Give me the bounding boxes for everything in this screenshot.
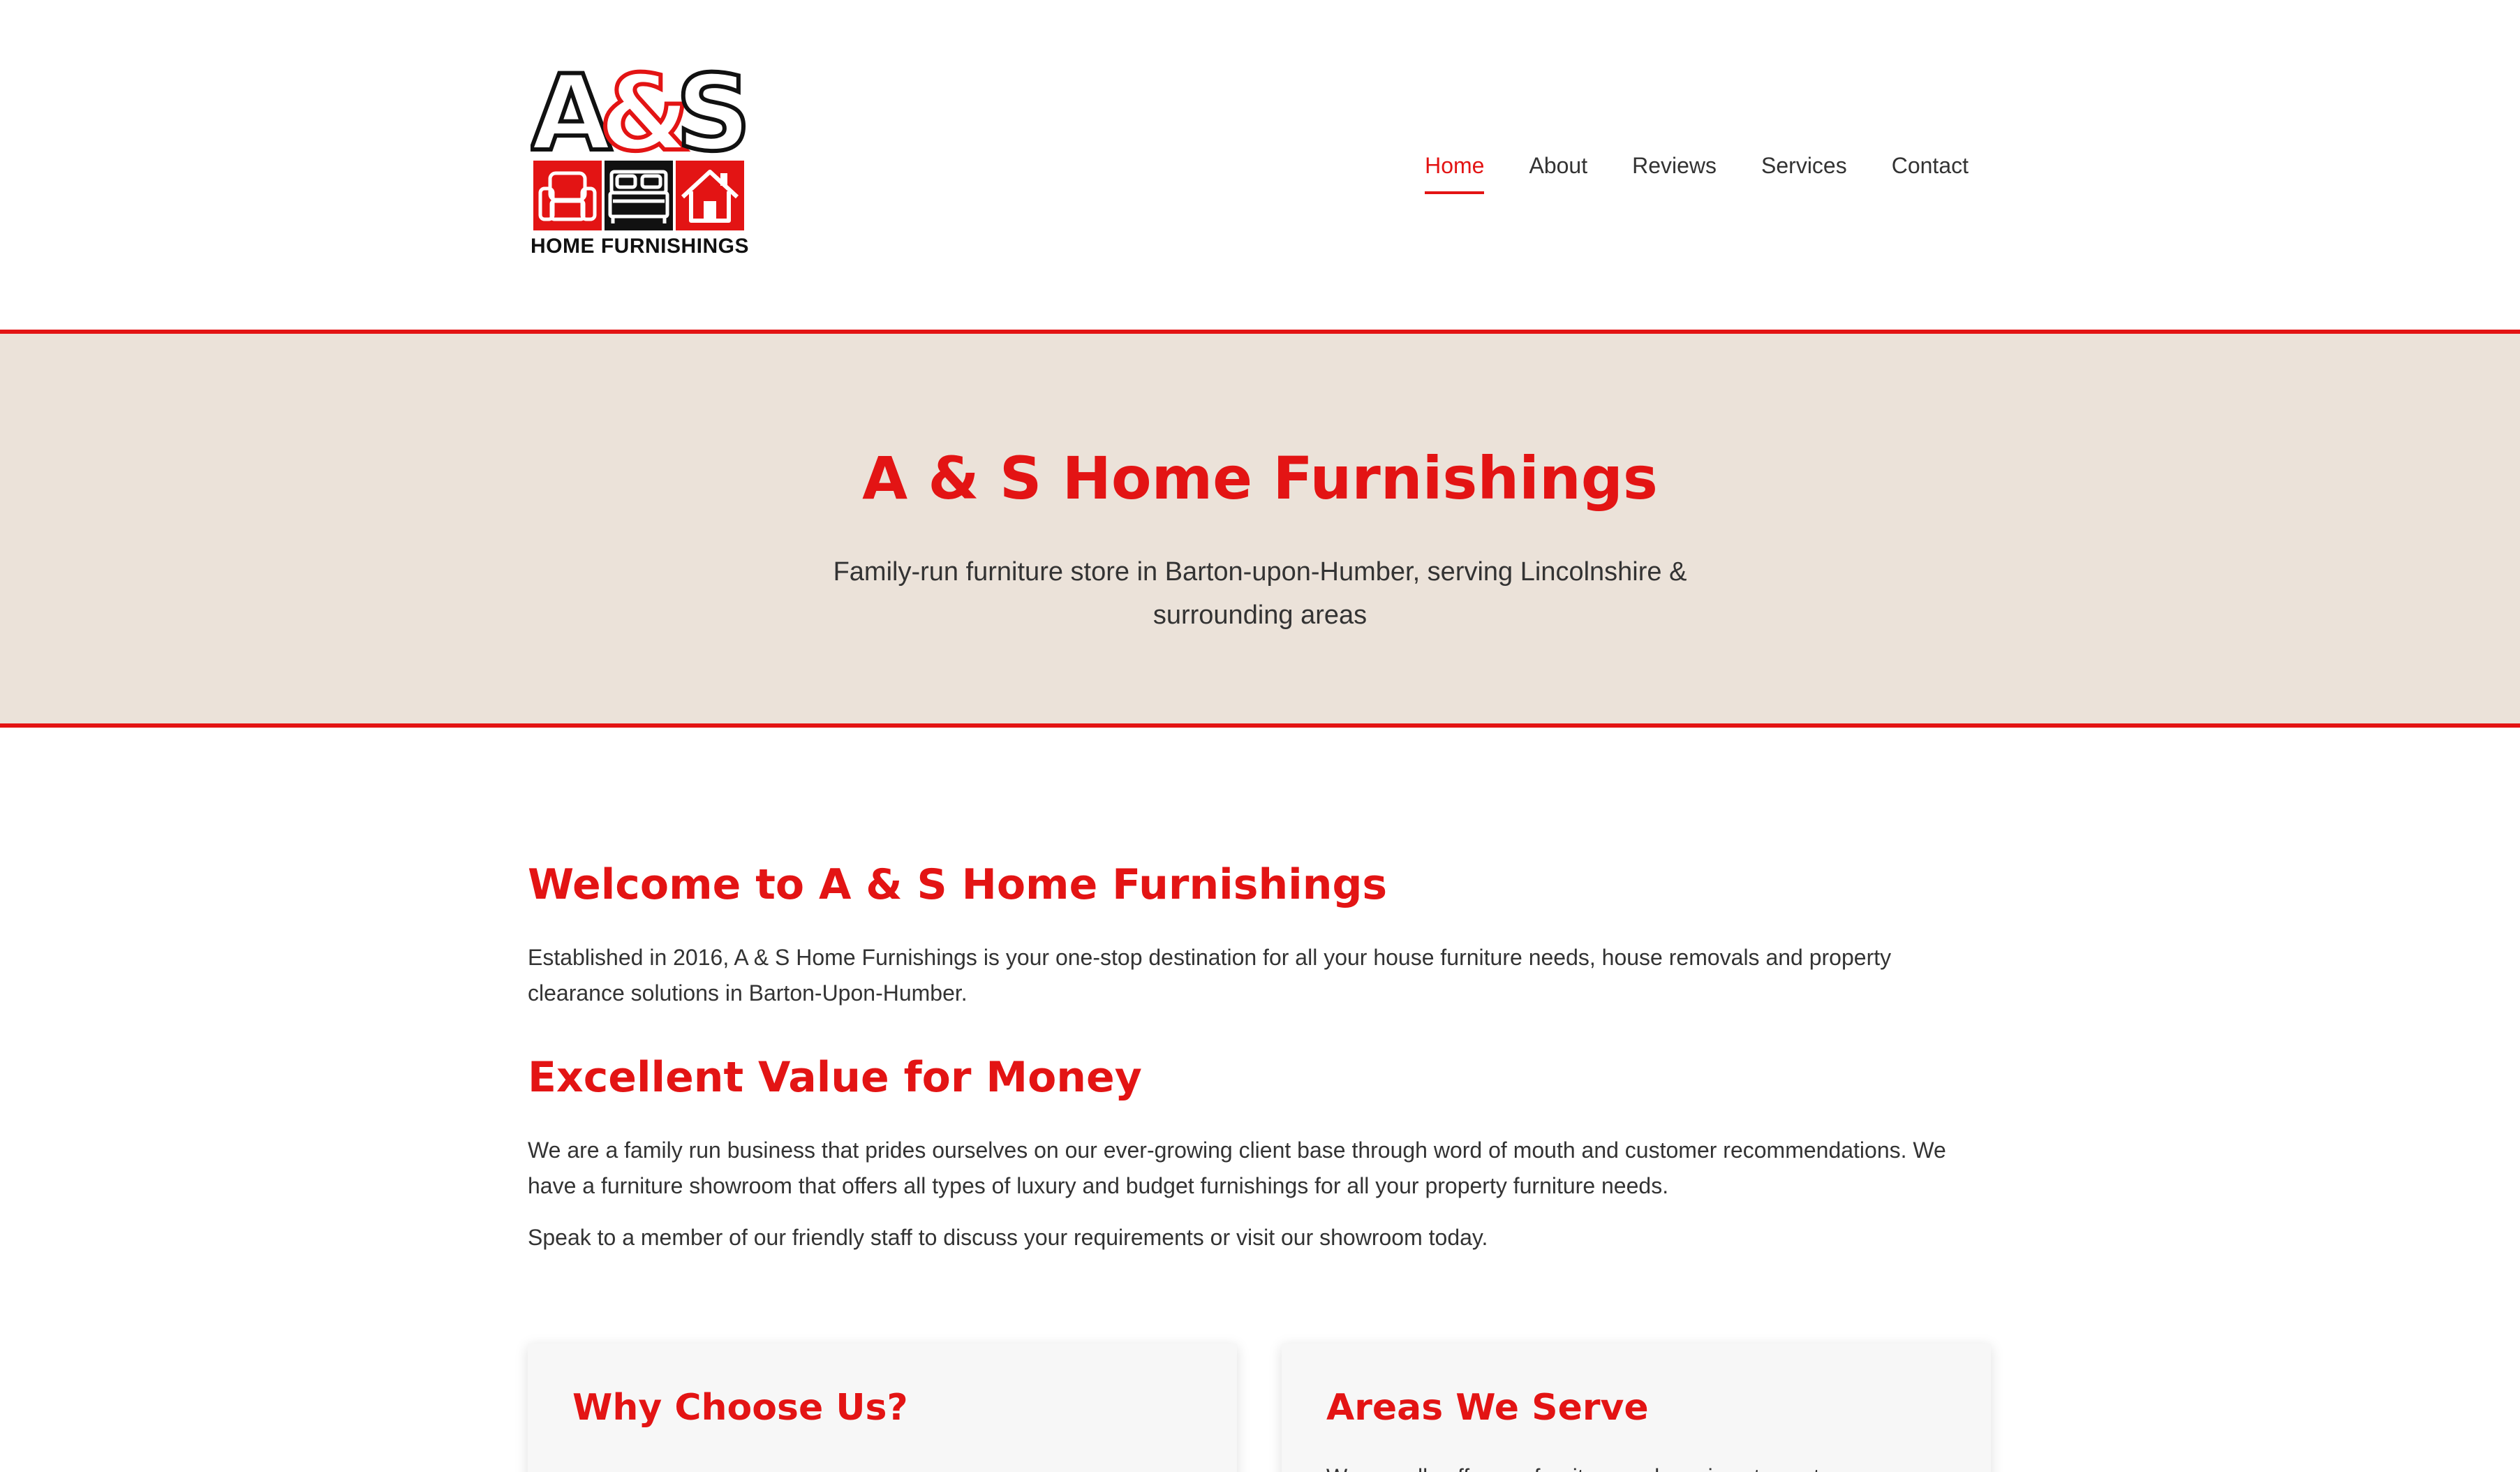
welcome-heading: Welcome to A & S Home Furnishings bbox=[528, 860, 1388, 909]
armchair-icon bbox=[533, 161, 602, 230]
house-icon bbox=[676, 161, 744, 230]
nav-item-contact[interactable]: Contact bbox=[1892, 148, 1969, 194]
hero-title: A & S Home Furnishings bbox=[862, 444, 1658, 513]
value-text-2: Speak to a member of our friendly staff … bbox=[528, 1225, 1488, 1250]
hero-banner: A & S Home Furnishings Family-run furnit… bbox=[0, 330, 2520, 728]
why-choose-us-card: Why Choose Us? bbox=[528, 1344, 1237, 1472]
nav-item-about[interactable]: About bbox=[1529, 148, 1587, 194]
logo-letters: A & S bbox=[531, 60, 747, 158]
logo-tiles bbox=[533, 161, 744, 230]
nav-item-services[interactable]: Services bbox=[1761, 148, 1847, 194]
logo[interactable]: A & S HOME FURNISHINGS bbox=[531, 60, 750, 261]
why-choose-us-title: Why Choose Us? bbox=[572, 1387, 908, 1429]
nav-item-home[interactable]: Home bbox=[1425, 148, 1485, 194]
areas-we-serve-card: Areas We Serve We proudly offer our furn… bbox=[1282, 1344, 1991, 1472]
value-heading: Excellent Value for Money bbox=[528, 1053, 1142, 1102]
site-header: A & S HOME FURNISHINGS Home About Review… bbox=[0, 0, 2520, 330]
bed-icon bbox=[605, 161, 673, 230]
areas-we-serve-title: Areas We Serve bbox=[1326, 1387, 1649, 1429]
logo-letter-s: S bbox=[676, 60, 747, 158]
areas-we-serve-text: We proudly offer our furniture and servi… bbox=[1326, 1459, 1955, 1472]
main-nav: Home About Reviews Services Contact bbox=[1425, 148, 1969, 194]
hero-subtitle: Family-run furniture store in Barton-upo… bbox=[833, 557, 1687, 630]
nav-item-reviews[interactable]: Reviews bbox=[1632, 148, 1717, 194]
value-text-1: We are a family run business that prides… bbox=[528, 1138, 1946, 1198]
logo-caption: HOME FURNISHINGS bbox=[531, 235, 750, 258]
welcome-text: Established in 2016, A & S Home Furnishi… bbox=[528, 945, 1892, 1006]
